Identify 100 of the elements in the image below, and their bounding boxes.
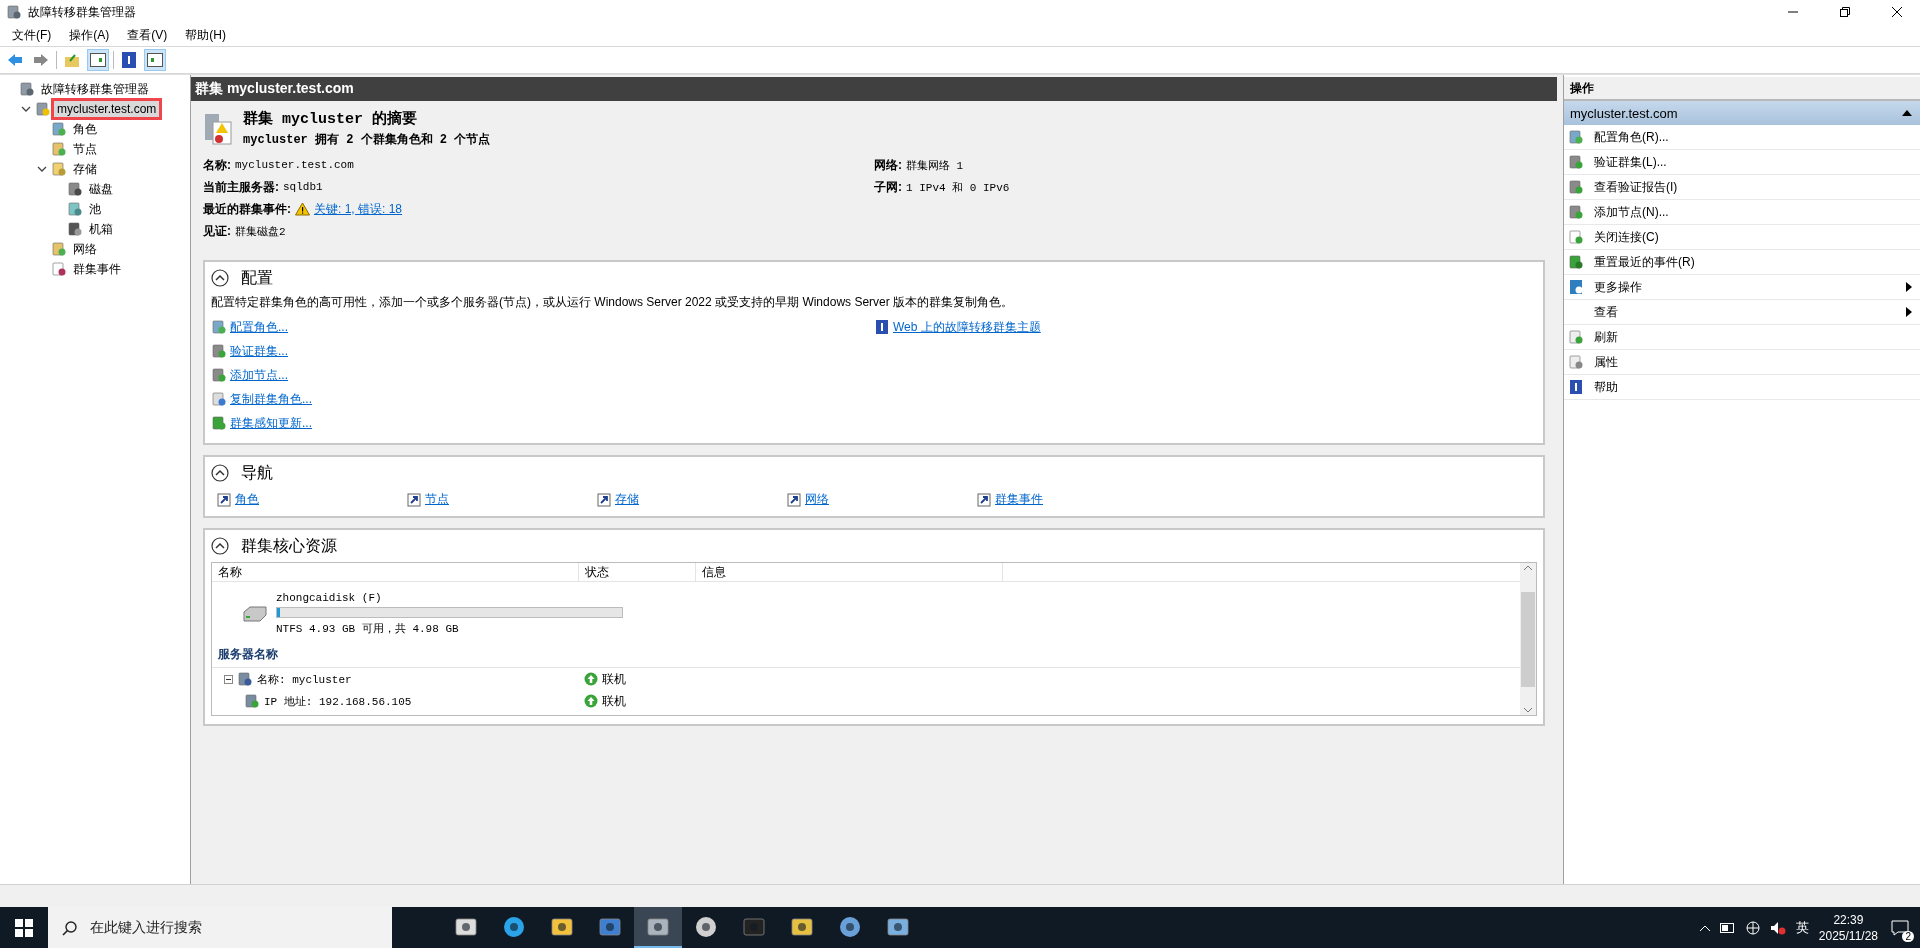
tree-item[interactable]: mycluster.test.com [54,101,160,117]
column-header[interactable]: 状态 [579,563,696,581]
action-item[interactable]: 查看验证报告(I) [1564,175,1920,200]
property-label: 当前主服务器: [203,178,279,196]
battery-icon[interactable] [1719,922,1736,933]
back-arrow-icon [7,53,23,67]
column-header[interactable]: 名称 [212,563,579,581]
resource-name: IP 地址: 192.168.56.105 [264,694,412,709]
navigation-link[interactable]: 群集事件 [995,491,1043,508]
clock[interactable]: 22:39 2025/11/28 [1818,911,1878,944]
pane-icon [147,53,163,67]
shortcut-icon [977,492,991,507]
collapse-icon[interactable] [211,464,229,482]
scroll-up-icon[interactable] [1524,565,1532,571]
group-title: 服务器名称 [212,640,1520,668]
globe-icon[interactable] [1745,920,1760,935]
collapse-icon[interactable] [224,674,233,684]
action-link[interactable]: 验证群集... [230,342,288,360]
summary-subtitle: mycluster 拥有 2 个群集角色和 2 个节点 [243,131,491,148]
tree-item[interactable]: 节点 [70,139,100,159]
collapse-icon[interactable] [211,269,229,287]
window-title: 故障转移群集管理器 [28,3,137,21]
online-icon [584,694,598,708]
collapse-caret-icon [1902,110,1912,116]
tree-item[interactable]: 故障转移群集管理器 [38,79,152,99]
description-text: 配置特定群集角色的高可用性，添加一个或多个服务器(节点)，或从运行 Windows Server 2022 或受支持的早期 Windows Server 版本的群集复制角色。 [211,294,1015,311]
navigation-link[interactable]: 网络 [805,491,829,508]
property-label: 最近的群集事件: [203,200,291,218]
action-item[interactable]: 配置角色(R)... [1564,125,1920,150]
property-label: 子网: [874,178,902,196]
pane-header: 群集 mycluster.test.com [191,77,1557,101]
help-icon [874,319,890,335]
folder-up-icon [64,53,80,67]
show-actions-button[interactable] [144,49,166,71]
action-item[interactable]: 重置最近的事件(R) [1564,250,1920,275]
disk-info: NTFS 4.93 GB 可用，共 4.98 GB [276,622,460,636]
menu-item[interactable]: 查看(V) [119,24,176,46]
tree-item[interactable]: 角色 [70,119,100,139]
actions-section-header[interactable]: mycluster.test.com [1564,101,1920,125]
muted-speaker-icon[interactable] [1769,920,1786,935]
tree-item[interactable]: 磁盘 [86,179,116,199]
navigation-link[interactable]: 节点 [425,491,449,508]
column-header[interactable]: 信息 [696,563,1003,581]
disk-drive-icon [242,605,268,623]
warning-icon [295,202,310,216]
shortcut-icon [217,492,231,507]
action-link[interactable]: 复制群集角色... [230,390,312,408]
windows-icon [15,918,33,937]
notification-button[interactable]: 2 [1888,915,1912,940]
summary-title: 群集 mycluster 的摘要 [243,109,419,128]
action-item[interactable]: 查看 [1564,300,1920,325]
help-link[interactable]: Web 上的故障转移群集主题 [893,318,1041,336]
navigation-link[interactable]: 角色 [235,491,259,508]
tree-item[interactable]: 存储 [70,159,100,179]
scroll-down-icon[interactable] [1524,707,1532,713]
tree-item[interactable]: 群集事件 [70,259,124,279]
action-item[interactable]: 验证群集(L)... [1564,150,1920,175]
tree-item[interactable]: 机箱 [86,219,116,239]
status-text: 联机 [602,670,626,688]
action-link[interactable]: 群集感知更新... [230,414,312,432]
action-item[interactable]: 更多操作 [1564,275,1920,300]
online-icon [584,672,598,686]
action-item[interactable]: 刷新 [1564,325,1920,350]
input-method-indicator[interactable]: 英 [1795,918,1809,937]
events-link[interactable]: 关键: 1, 错误: 18 [314,200,403,218]
help-icon [122,52,136,68]
collapse-icon[interactable] [211,537,229,555]
notification-count: 2 [1902,930,1914,942]
navigation-link[interactable]: 存储 [615,491,639,508]
disk-name: zhongcaidisk (F) [276,592,383,604]
section-title: 群集核心资源 [241,535,337,556]
search-field[interactable]: 在此键入进行搜索 [48,907,392,948]
menu-item[interactable]: 文件(F) [4,24,60,46]
property-value: 1 IPv4 和 0 IPv6 [906,180,1010,195]
close-icon [1892,7,1902,17]
resource-name: 名称: mycluster [257,672,352,687]
help-icon [1568,379,1584,395]
section-title: 配置 [241,267,273,288]
property-value: sqldb1 [283,181,323,193]
section-title: 导航 [241,462,273,483]
action-item[interactable]: 属性 [1564,350,1920,375]
submenu-arrow-icon [1906,282,1912,292]
menu-item[interactable]: 帮助(H) [177,24,234,46]
show-tree-button[interactable] [87,49,109,71]
property-label: 见证: [203,222,231,240]
forward-arrow-icon [33,53,49,67]
submenu-arrow-icon [1906,307,1912,317]
action-item[interactable]: 添加节点(N)... [1564,200,1920,225]
restore-icon [1840,7,1850,17]
action-item[interactable]: 帮助 [1564,375,1920,400]
tree-item[interactable]: 池 [86,199,104,219]
property-value: 群集网络 1 [906,158,964,173]
action-link[interactable]: 添加节点... [230,366,288,384]
chevron-up-icon[interactable] [1699,924,1710,931]
scrollbar[interactable] [1520,563,1536,715]
menu-item[interactable]: 操作(A) [61,24,118,46]
property-label: 网络: [874,156,902,174]
action-link[interactable]: 配置角色... [230,318,288,336]
action-item[interactable]: 关闭连接(C) [1564,225,1920,250]
tree-item[interactable]: 网络 [70,239,100,259]
